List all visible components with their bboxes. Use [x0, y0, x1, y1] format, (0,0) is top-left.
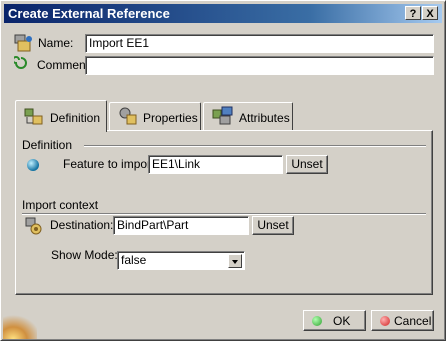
definition-panel: Definition Feature to import: EE1\Link U… — [15, 130, 433, 295]
name-label: Name: — [38, 36, 74, 50]
show-mode-value: false — [121, 253, 147, 267]
import-context-group-divider — [22, 213, 426, 215]
destination-input[interactable]: BindPart\Part — [113, 216, 249, 235]
sphere-icon — [26, 158, 40, 172]
ok-icon — [312, 316, 322, 326]
dialog-window: Create External Reference ? X Name: Impo… — [0, 0, 446, 341]
tab-properties-label: Properties — [143, 111, 198, 125]
tab-attributes-label: Attributes — [239, 111, 290, 125]
name-input[interactable]: Import EE1 — [85, 34, 434, 53]
feature-to-import-label: Feature to import: — [63, 157, 158, 171]
destination-label: Destination: — [50, 218, 114, 232]
feature-to-import-input[interactable]: EE1\Link — [148, 155, 283, 174]
cancel-icon — [380, 316, 390, 326]
cancel-button[interactable]: Cancel — [371, 310, 434, 331]
chevron-down-icon[interactable] — [228, 254, 242, 268]
catia-logo-icon — [3, 309, 37, 339]
show-mode-label: Show Mode: — [51, 248, 118, 262]
tab-definition-label: Definition — [50, 111, 101, 125]
ok-label: OK — [333, 314, 351, 328]
comment-icon — [12, 56, 28, 70]
show-mode-select[interactable]: false — [117, 251, 245, 270]
feature-unset-button[interactable]: Unset — [286, 155, 328, 174]
cancel-label: Cancel — [394, 314, 432, 328]
properties-icon — [118, 106, 138, 126]
definition-group-divider — [84, 145, 426, 147]
tab-properties[interactable]: Properties — [109, 102, 201, 130]
close-button[interactable]: X — [422, 6, 438, 20]
name-icon — [13, 33, 35, 53]
tab-definition[interactable]: Definition — [15, 100, 107, 132]
help-button[interactable]: ? — [405, 6, 421, 20]
ok-button[interactable]: OK — [303, 310, 366, 331]
destination-icon — [24, 216, 44, 236]
definition-group-title: Definition — [22, 138, 73, 152]
comment-input[interactable] — [85, 56, 434, 75]
window-title: Create External Reference — [8, 6, 170, 21]
attributes-icon — [212, 106, 234, 126]
import-context-group-title: Import context — [22, 198, 99, 212]
tab-attributes[interactable]: Attributes — [203, 102, 293, 130]
definition-icon — [24, 107, 44, 127]
destination-unset-button[interactable]: Unset — [252, 216, 294, 235]
title-bar[interactable]: Create External Reference ? X — [4, 4, 442, 23]
